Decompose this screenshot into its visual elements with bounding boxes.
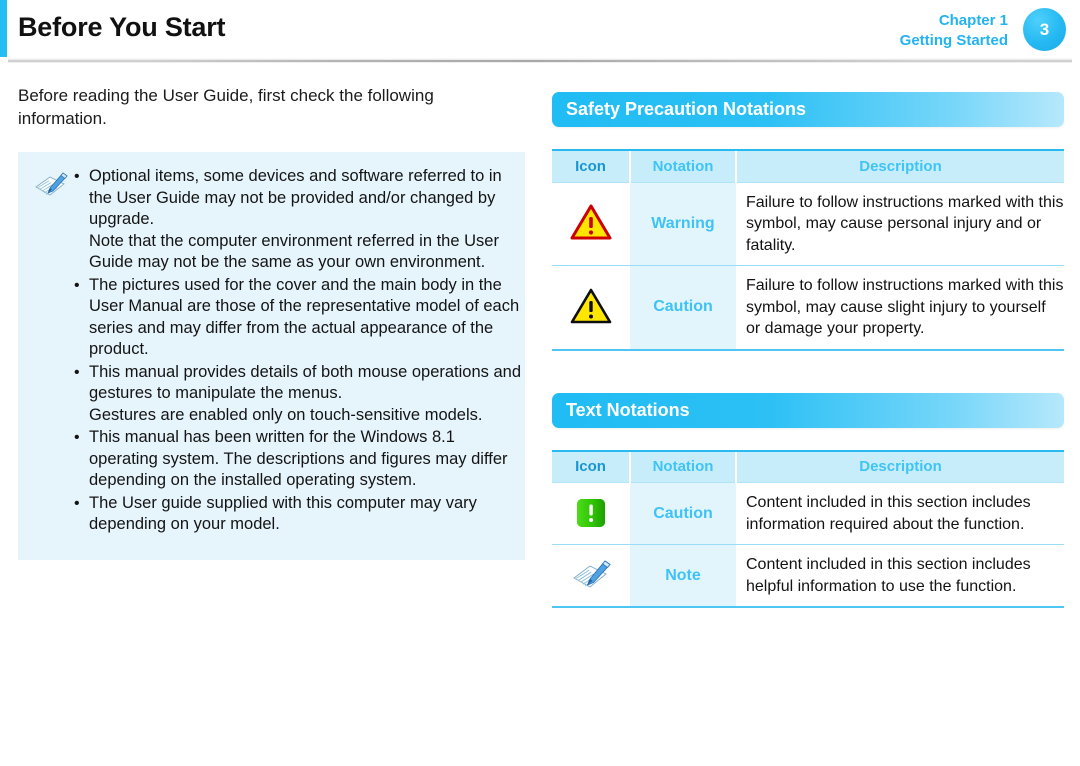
note-item-body: Optional items, some devices and softwar… [89,166,524,274]
note-item-sub: Gestures are enabled only on touch-sensi… [89,405,483,424]
column-header-icon: Icon [552,449,630,483]
chapter-name-label: Getting Started [899,32,1008,49]
column-header-notation: Notation [629,449,736,483]
icon-cell [552,544,630,608]
section-title-label: Safety Precaution Notations [566,99,807,119]
table-row: Caution Content included in this section… [552,482,1064,545]
description-cell: Content included in this section include… [736,482,1064,545]
notation-cell: Warning [630,182,736,266]
column-header-description: Description [735,449,1064,483]
list-item: • The User guide supplied with this comp… [74,493,524,536]
column-header-description: Description [735,149,1064,183]
note-item-main: This manual has been written for the Win… [89,428,508,489]
note-item-main: This manual provides details of both mou… [89,362,522,403]
safety-notations-table: Icon Notation Description Warning Failur… [552,149,1064,351]
notation-cell: Note [630,544,736,608]
notation-cell: Caution [630,265,736,351]
caution-triangle-black-icon [568,285,614,327]
note-item-main: The pictures used for the cover and the … [89,275,520,359]
note-item-body: This manual provides details of both mou… [89,362,524,427]
note-item-body: The pictures used for the cover and the … [89,275,524,361]
list-item: • Optional items, some devices and softw… [74,166,524,274]
page-number-badge: 3 [1023,8,1066,51]
chapter-indicator: Chapter 1 Getting Started [900,11,1008,51]
chapter-number-label: Chapter 1 [938,12,1008,29]
icon-cell [552,182,630,266]
bullet-marker: • [74,276,80,294]
bullet-marker: • [74,168,80,185]
list-item: • The pictures used for the cover and th… [74,275,524,361]
warning-triangle-red-icon [568,201,614,243]
left-column: Before reading the User Guide, first che… [18,84,530,560]
column-header-notation: Notation [629,149,736,183]
bullet-marker: • [74,429,80,446]
note-item-main: Optional items, some devices and softwar… [89,167,502,228]
table-row: Warning Failure to follow instructions m… [552,182,1064,266]
text-notations-table: Icon Notation Description Caution Conten… [552,449,1064,609]
description-cell: Failure to follow instructions marked wi… [736,265,1064,351]
table-header-row: Icon Notation Description [552,149,1064,183]
notation-cell: Caution [630,482,736,545]
page-header: Before You Start Chapter 1 Getting Start… [0,0,1080,63]
description-cell: Failure to follow instructions marked wi… [736,182,1064,266]
table-row: Caution Failure to follow instructions m… [552,265,1064,351]
table-header-row: Icon Notation Description [552,449,1064,483]
bullet-marker: • [74,363,80,381]
table-row: Note Content included in this section in… [552,544,1064,608]
note-pen-paper-icon [34,171,68,199]
right-column: Safety Precaution Notations Icon Notatio… [552,92,1064,608]
caution-green-square-icon [568,492,614,534]
icon-cell [552,265,630,351]
header-divider [8,58,1072,63]
description-cell: Content included in this section include… [736,544,1064,608]
section-header-text-notations: Text Notations [552,392,1064,428]
list-item: • This manual has been written for the W… [74,427,524,492]
document-page: Before You Start Chapter 1 Getting Start… [0,0,1080,766]
note-bullet-list: • Optional items, some devices and softw… [74,166,524,536]
note-item-body: The User guide supplied with this comput… [89,493,524,536]
note-item-main: The User guide supplied with this comput… [89,493,477,534]
note-callout-box: • Optional items, some devices and softw… [18,152,525,560]
icon-cell [552,482,630,545]
header-accent-bar [0,0,7,57]
list-item: • This manual provides details of both m… [74,362,524,427]
intro-paragraph: Before reading the User Guide, first che… [18,86,434,128]
page-title: Before You Start [18,12,226,42]
note-item-body: This manual has been written for the Win… [89,427,524,492]
section-title-label: Text Notations [566,399,690,420]
bullet-marker: • [74,494,80,512]
note-item-sub: Note that the computer environment refer… [89,231,499,272]
column-header-icon: Icon [552,149,630,183]
section-header-safety: Safety Precaution Notations [552,92,1064,127]
note-pen-paper-icon [568,554,614,596]
